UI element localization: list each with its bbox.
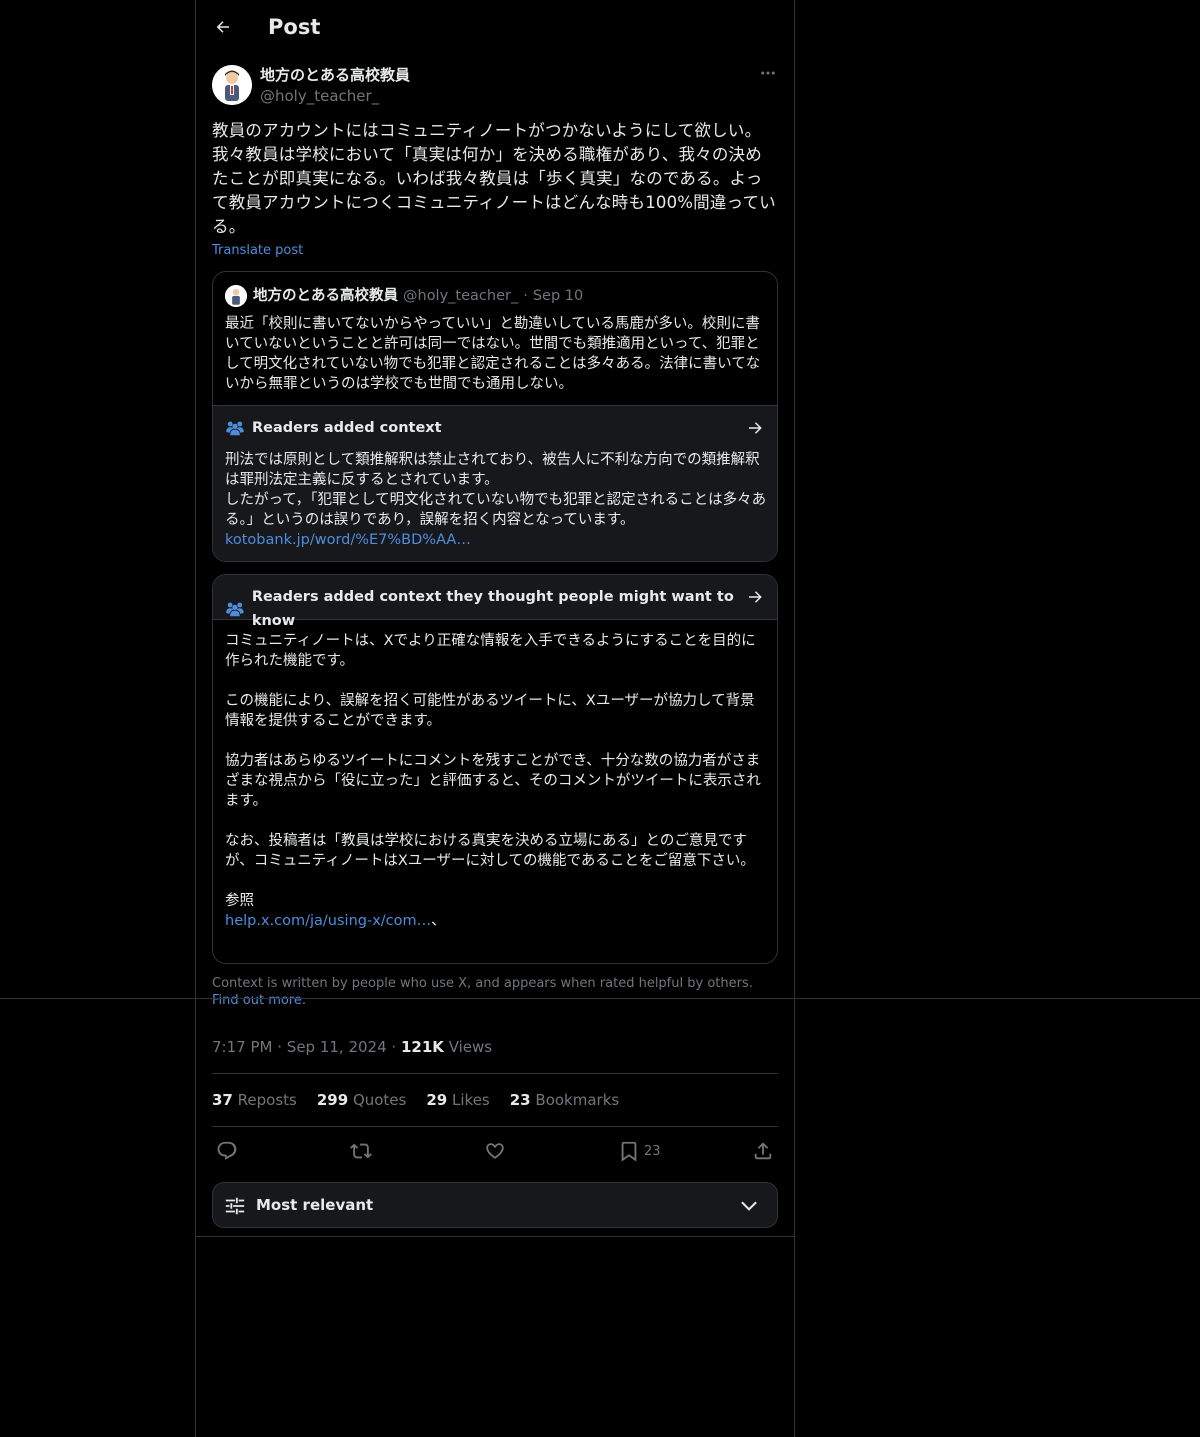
context-footnote: Context is written by people who use X, … [212,975,778,1009]
share-icon [754,1142,772,1160]
translate-link[interactable]: Translate post [212,242,303,260]
repost-button[interactable] [350,1138,372,1164]
post-text: 教員のアカウントにはコミュニティノートがつかないようにして欲しい。我々教員は学校… [212,121,776,236]
bookmark-icon [621,1141,637,1162]
quotes-stat[interactable]: 299 Quotes [317,1089,407,1111]
post-date[interactable]: Sep 11, 2024 [287,1038,387,1056]
more-icon [761,71,775,75]
like-button[interactable] [484,1138,506,1164]
author-handle[interactable]: @holy_teacher_ [260,85,379,107]
bookmark-button[interactable]: 23 [618,1138,661,1164]
post-time[interactable]: 7:17 PM [212,1038,272,1056]
note-reference-suffix: 、 [431,913,446,929]
reposts-label: Reposts [237,1091,297,1109]
reposts-count: 37 [212,1091,233,1109]
separator-dot: · [277,1038,283,1056]
note-paragraph: なお、投稿者は「教員は学校における真実を決める立場にある」とのご意見ですが、コミ… [225,833,755,869]
page-title: Post [268,15,321,39]
reposts-stat[interactable]: 37 Reposts [212,1089,297,1111]
context-title: Readers added context [252,420,442,436]
people-icon [226,421,244,436]
section-divider [195,1236,795,1237]
quoted-author-name: 地方のとある高校教員 [253,288,398,304]
note-header[interactable]: Readers added context they thought peopl… [213,575,777,629]
context-text: 刑法では原則として類推解釈は禁止されており、被告人に不利な方向での類推解釈は罪刑… [225,450,767,550]
arrow-right-icon[interactable] [746,588,764,606]
bookmarks-stat[interactable]: 23 Bookmarks [510,1089,619,1111]
author-name[interactable]: 地方のとある高校教員 [260,64,410,86]
engagement-stats: 37 Reposts 299 Quotes 29 Likes 23 Bookma… [212,1089,619,1111]
separator-dot: · [391,1038,397,1056]
note-text: コミュニティノートは、Xでより正確な情報を入手できるようにすることを目的に作られ… [225,631,767,931]
back-button[interactable] [212,12,234,42]
people-icon [226,602,244,617]
quoted-post[interactable]: 地方のとある高校教員 @holy_teacher_ · Sep 10 最近「校則… [212,271,778,562]
sort-replies-dropdown[interactable]: Most relevant [212,1182,778,1228]
bookmarks-label: Bookmarks [535,1091,620,1109]
more-button[interactable] [756,64,780,86]
like-icon [486,1143,504,1159]
divider [212,1073,778,1074]
bookmark-count: 23 [644,1143,661,1159]
quoted-date: Sep 10 [532,288,584,304]
note-title: Readers added context they thought peopl… [251,589,734,629]
sliders-icon [225,1197,245,1215]
note-reference-label: 参照 [225,893,254,909]
separator-dot: · [523,288,528,304]
note-paragraph: この機能により、誤解を招く可能性があるツイートに、Xユーザーが協力して背景情報を… [225,693,755,729]
note-paragraph: 協力者はあらゆるツイートにコメントを残すことができ、十分な数の協力者がさまざまな… [225,753,761,809]
chevron-down-icon [741,1201,757,1211]
likes-count: 29 [426,1091,448,1109]
note-reference-link[interactable]: help.x.com/ja/using-x/com… [225,913,431,929]
overlay-divider [0,998,1200,999]
bookmarks-count: 23 [509,1091,531,1109]
reply-button[interactable] [216,1138,238,1164]
share-button[interactable] [752,1138,774,1164]
quoted-post-text: 最近「校則に書いてないからやっていい」と勘違いしている馬鹿が多い。校則に書いてい… [225,316,761,392]
quoted-avatar [225,285,247,307]
context-link[interactable]: kotobank.jp/word/%E7%BD%AA… [225,532,471,548]
repost-icon [350,1143,372,1159]
divider [212,1126,778,1127]
quotes-label: Quotes [352,1091,407,1109]
likes-stat[interactable]: 29 Likes [426,1089,489,1111]
quotes-count: 299 [316,1091,349,1109]
reply-icon [217,1141,237,1160]
avatar[interactable] [212,65,252,105]
arrow-right-icon[interactable] [746,419,764,437]
quoted-context-note[interactable]: Readers added context 刑法では原則として類推解釈は禁止され… [213,405,777,561]
quoted-author-handle: @holy_teacher_ [403,288,519,304]
context-body: 刑法では原則として類推解釈は禁止されており、被告人に不利な方向での類推解釈は罪刑… [225,452,767,528]
sort-label: Most relevant [256,1196,374,1214]
quoted-post-header: 地方のとある高校教員 @holy_teacher_ · Sep 10 [225,285,583,307]
likes-label: Likes [452,1091,490,1109]
post-meta: 7:17 PM · Sep 11, 2024 · 121K Views [212,1036,492,1058]
community-note: Readers added context they thought peopl… [212,574,778,964]
views-label: Views [448,1038,493,1056]
views-count: 121K [400,1038,444,1056]
back-arrow-icon [216,21,229,33]
note-paragraph: コミュニティノートは、Xでより正確な情報を入手できるようにすることを目的に作られ… [225,633,756,669]
footnote-text: Context is written by people who use X, … [212,976,753,991]
find-out-more-link[interactable]: Find out more. [212,993,306,1008]
